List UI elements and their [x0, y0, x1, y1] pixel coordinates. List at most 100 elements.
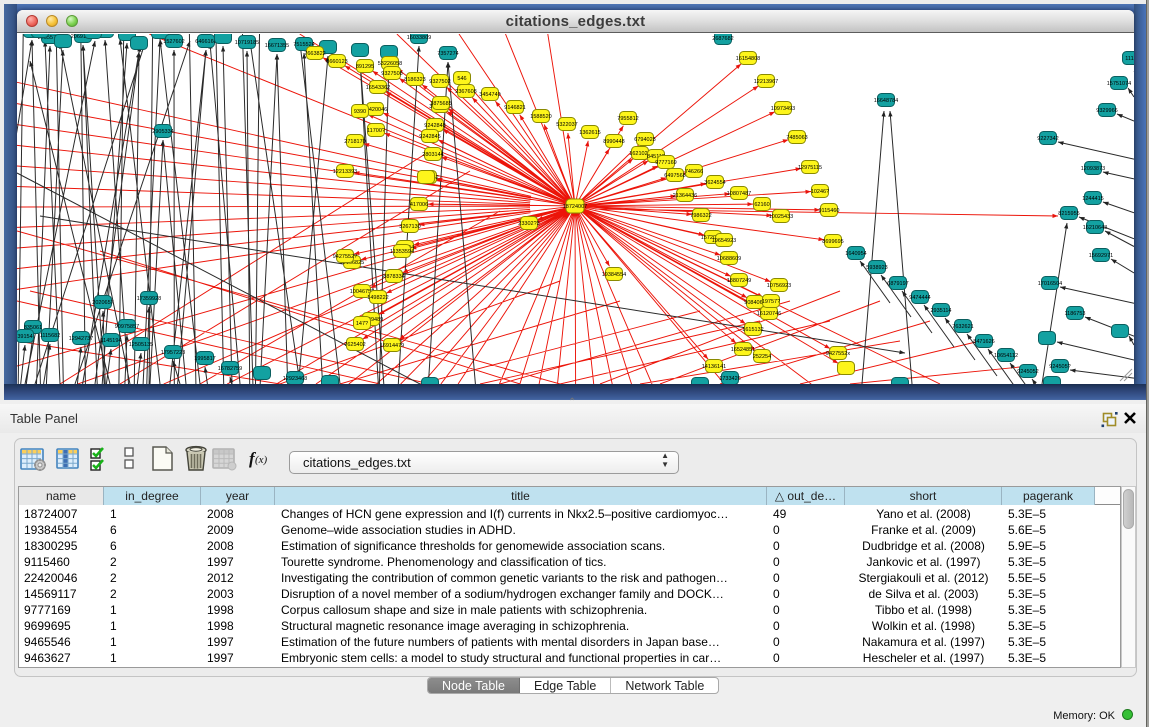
svg-text:6879197: 6879197	[887, 281, 908, 287]
svg-text:3875685: 3875685	[430, 101, 451, 107]
svg-text:16671355: 16671355	[265, 43, 289, 49]
svg-text:16914479: 16914479	[380, 343, 404, 349]
svg-text:3267130: 3267130	[399, 224, 420, 230]
svg-text:924505?: 924505?	[1049, 364, 1070, 370]
svg-text:9242845: 9242845	[419, 134, 440, 140]
svg-text:1995817: 1995817	[194, 356, 215, 362]
svg-text:8990448: 8990448	[603, 139, 624, 145]
svg-text:16033809: 16033809	[407, 35, 431, 41]
svg-text:1362615: 1362615	[579, 130, 600, 136]
svg-text:12923468: 12923468	[283, 376, 307, 382]
svg-text:6466160: 6466160	[195, 39, 216, 45]
svg-text:1498222: 1498222	[367, 295, 388, 301]
svg-text:18724007: 18724007	[563, 204, 587, 210]
svg-text:16120746: 16120746	[757, 311, 781, 317]
svg-text:3624554: 3624554	[704, 180, 725, 186]
svg-text:9329966: 9329966	[1096, 108, 1117, 114]
svg-text:11700?: 11700?	[367, 128, 385, 134]
svg-text:16210643: 16210643	[1083, 225, 1107, 231]
svg-text:2020657: 2020657	[92, 300, 113, 306]
svg-text:16648784: 16648784	[874, 98, 898, 104]
svg-text:12213393: 12213393	[333, 169, 357, 175]
svg-text:19384554: 19384554	[602, 272, 626, 278]
svg-text:2935114: 2935114	[930, 308, 951, 314]
svg-text:23302?3: 23302?3	[518, 221, 539, 227]
svg-text:16524851: 16524851	[731, 347, 755, 353]
svg-text:9227342: 9227342	[1037, 136, 1058, 142]
svg-text:19654923: 19654923	[712, 238, 736, 244]
svg-text:147?: 147?	[356, 321, 368, 327]
svg-text:2367608: 2367608	[455, 89, 476, 95]
svg-text:8660123: 8660123	[326, 59, 347, 65]
svg-text:11353594: 11353594	[390, 249, 414, 255]
svg-text:8699695: 8699695	[822, 239, 843, 245]
svg-text:1186753: 1186753	[1064, 311, 1085, 317]
svg-text:17359928: 17359928	[137, 296, 161, 302]
svg-text:10756923: 10756923	[767, 283, 791, 289]
svg-text:7955812: 7955812	[617, 116, 638, 122]
svg-text:9390: 9390	[354, 109, 366, 115]
svg-text:2803144: 2803144	[422, 152, 443, 158]
svg-text:12093873: 12093873	[1081, 166, 1105, 172]
svg-text:9115460: 9115460	[818, 208, 839, 214]
svg-text:18807249: 18807249	[727, 278, 751, 284]
svg-text:10807487: 10807487	[727, 191, 751, 197]
svg-text:15692971: 15692971	[1089, 253, 1113, 259]
svg-text:9327502: 9327502	[429, 79, 450, 85]
svg-text:16782759: 16782759	[218, 366, 242, 372]
svg-text:7986322: 7986322	[690, 213, 711, 219]
svg-text:8186323: 8186323	[404, 77, 425, 83]
svg-text:16543362: 16543362	[366, 85, 390, 91]
svg-text:7485063: 7485063	[786, 135, 807, 141]
svg-text:9427552x: 9427552x	[826, 351, 850, 357]
svg-text:(x): (x)	[255, 454, 268, 466]
svg-text:17016504: 17016504	[1038, 281, 1062, 287]
svg-text:10246?: 10246?	[811, 189, 829, 195]
svg-text:8471626: 8471626	[973, 339, 994, 345]
svg-text:12975115: 12975115	[798, 165, 822, 171]
svg-text:2905334: 2905334	[152, 129, 173, 135]
svg-text:1112: 1112	[1125, 56, 1134, 62]
svg-text:1527602: 1527602	[163, 39, 184, 45]
svg-text:3454749: 3454749	[479, 92, 500, 98]
svg-text:746266: 746266	[685, 169, 703, 175]
svg-text:12942737: 12942737	[69, 336, 93, 342]
svg-text:17957223: 17957223	[161, 350, 185, 356]
svg-text:10025433: 10025433	[769, 214, 793, 220]
svg-text:10973493: 10973493	[771, 106, 795, 112]
svg-text:9242848: 9242848	[424, 123, 445, 129]
svg-text:1244415: 1244415	[1082, 196, 1103, 202]
svg-text:417006: 417006	[410, 202, 428, 208]
svg-text:1145194: 1145194	[100, 338, 121, 344]
svg-text:8215955: 8215955	[1058, 211, 1079, 217]
svg-text:19757?: 19757?	[762, 299, 780, 305]
svg-text:15751074: 15751074	[1107, 81, 1131, 87]
svg-text:12213967: 12213967	[754, 79, 778, 85]
svg-text:14136141: 14136141	[702, 364, 726, 370]
svg-text:7357274: 7357274	[437, 51, 458, 57]
svg-text:546: 546	[457, 76, 466, 82]
svg-text:9327508: 9327508	[381, 71, 402, 77]
svg-text:7625402: 7625402	[344, 342, 365, 348]
svg-text:1615132: 1615132	[742, 327, 763, 333]
svg-text:2687682: 2687682	[712, 36, 733, 42]
svg-text:252254: 252254	[753, 354, 771, 360]
svg-text:9474444: 9474444	[909, 295, 930, 301]
svg-text:62160: 62160	[754, 202, 769, 208]
svg-text:1640954: 1640954	[845, 251, 866, 257]
svg-text:7663822: 7663822	[304, 51, 325, 57]
svg-text:2718170: 2718170	[344, 139, 365, 145]
svg-text:891295: 891295	[356, 64, 374, 70]
svg-text:6794028: 6794028	[634, 137, 655, 143]
svg-text:9427552?: 9427552?	[333, 254, 357, 260]
svg-text:12505135: 12505135	[129, 342, 153, 348]
svg-text:5938923: 5938923	[866, 265, 887, 271]
svg-text:9245052: 9245052	[1017, 369, 1038, 375]
svg-text:1588520: 1588520	[530, 114, 551, 120]
svg-text:6497568: 6497568	[664, 173, 685, 179]
svg-text:39154: 39154	[17, 334, 32, 340]
svg-text:1733426: 1733426	[719, 376, 740, 382]
svg-text:16154808: 16154808	[736, 56, 760, 62]
svg-text:21364436: 21364436	[673, 193, 697, 199]
svg-text:10654112: 10654112	[994, 353, 1018, 359]
